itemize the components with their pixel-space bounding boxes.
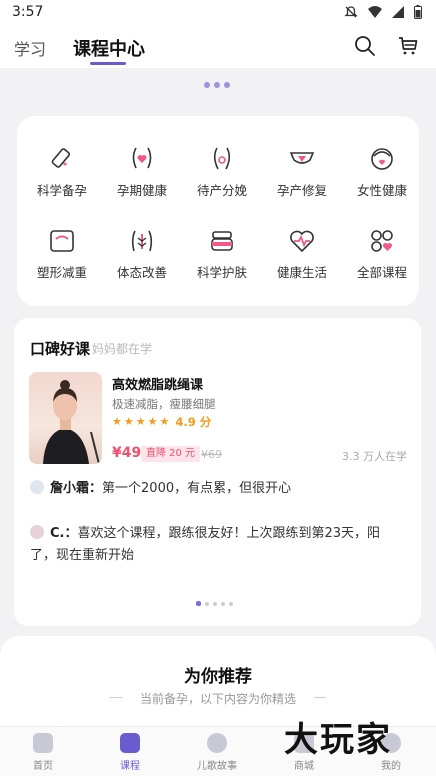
battery-icon: [414, 5, 422, 19]
category-postpartum[interactable]: 孕产修复: [262, 144, 342, 199]
original-price: ¥69: [201, 448, 222, 461]
rating-score: 4.9 分: [175, 415, 212, 429]
course-description: 极速减脂，瘦腰细腿: [112, 397, 216, 411]
course-rating: ★ ★ ★ ★ ★ 4.9 分: [112, 414, 211, 430]
music-icon: [207, 733, 227, 753]
comment-text: 第一个2000，有点累，但很开心: [102, 481, 292, 496]
banner-indicator: [204, 82, 230, 88]
carousel-indicator: [196, 601, 233, 606]
nav-courses[interactable]: 课程: [100, 733, 160, 772]
category-skincare[interactable]: 科学护肤: [182, 226, 262, 281]
comment-item: C.：喜欢这个课程，跟练很友好！上次跟练到第23天，阳了，现在重新开始: [30, 525, 381, 563]
mute-icon: [344, 6, 358, 18]
nav-home[interactable]: 首页: [13, 733, 73, 772]
category-birth[interactable]: 待产分娩: [182, 144, 262, 199]
course-price: ¥49: [112, 445, 142, 461]
pregnant-belly-icon: [132, 147, 152, 169]
star-icon: ★: [147, 415, 158, 428]
divider: [314, 697, 326, 698]
woman-face-icon: [371, 148, 393, 170]
course-title[interactable]: 高效燃脂跳绳课: [112, 374, 203, 393]
test-tube-icon: [51, 148, 71, 168]
top-nav: 学习 课程中心: [0, 26, 436, 68]
nav-songs-stories[interactable]: 儿歌故事: [187, 733, 247, 772]
active-tab-indicator: [90, 62, 126, 65]
wifi-icon: [368, 6, 382, 18]
home-icon: [33, 733, 53, 753]
heart-pulse-icon: [290, 230, 314, 253]
section-subtitle: 妈妈都在学: [92, 342, 153, 356]
avatar: [30, 480, 44, 494]
category-science-prep[interactable]: 科学备孕: [22, 144, 102, 199]
watermark: 大玩家: [284, 720, 392, 760]
category-grid: 科学备孕 孕期健康 待产分娩 孕产修复 女性健康 塑形减重 体态改善 科学护肤 …: [17, 116, 419, 306]
course-thumbnail[interactable]: [29, 372, 102, 464]
star-icon: ★: [123, 415, 134, 428]
status-time: 3:57: [12, 4, 44, 20]
category-all-courses[interactable]: 全部课程: [342, 226, 422, 281]
category-pregnancy-health[interactable]: 孕期健康: [102, 144, 182, 199]
tab-study[interactable]: 学习: [14, 36, 46, 60]
posture-icon: [131, 230, 153, 252]
birth-icon: [213, 147, 231, 170]
star-icon: ★: [112, 415, 122, 428]
category-shaping[interactable]: 塑形减重: [22, 226, 102, 281]
avatar: [30, 525, 44, 539]
status-bar: 3:57: [0, 0, 436, 26]
category-healthy-living[interactable]: 健康生活: [262, 226, 342, 281]
all-grid-icon: [371, 230, 393, 252]
book-icon: [120, 733, 140, 753]
learner-count: 3.3 万人在学: [342, 450, 407, 463]
cart-icon[interactable]: [396, 34, 420, 58]
popular-course-section: 口碑好课 妈妈都在学 高效燃脂跳绳课 极速减脂，瘦腰细腿 ★ ★ ★ ★ ★ 4…: [14, 318, 421, 626]
search-icon[interactable]: [353, 34, 377, 58]
scale-icon: [50, 230, 74, 252]
recommend-title: 为你推荐: [184, 667, 252, 687]
star-icon: ★: [135, 415, 146, 428]
recommend-subtitle: 当前备孕，以下内容为你精选: [139, 692, 296, 706]
comment-author: C.: [50, 526, 65, 541]
comment-item: 詹小霜：第一个2000，有点累，但很开心: [30, 478, 406, 500]
tab-course-center[interactable]: 课程中心: [73, 35, 145, 61]
comment-text: 喜欢这个课程，跟练很友好！上次跟练到第23天，阳了，现在重新开始: [30, 526, 381, 563]
discount-badge: 直降 20 元: [141, 446, 201, 462]
section-title: 口碑好课: [30, 340, 91, 358]
category-women-health[interactable]: 女性健康: [342, 144, 422, 199]
underwear-icon: [289, 152, 315, 164]
star-icon: ★: [159, 415, 170, 428]
status-icons: [344, 5, 422, 19]
signal-icon: [392, 6, 404, 18]
cream-jar-icon: [211, 231, 233, 251]
category-posture[interactable]: 体态改善: [102, 226, 182, 281]
comment-author: 詹小霜: [50, 481, 90, 496]
